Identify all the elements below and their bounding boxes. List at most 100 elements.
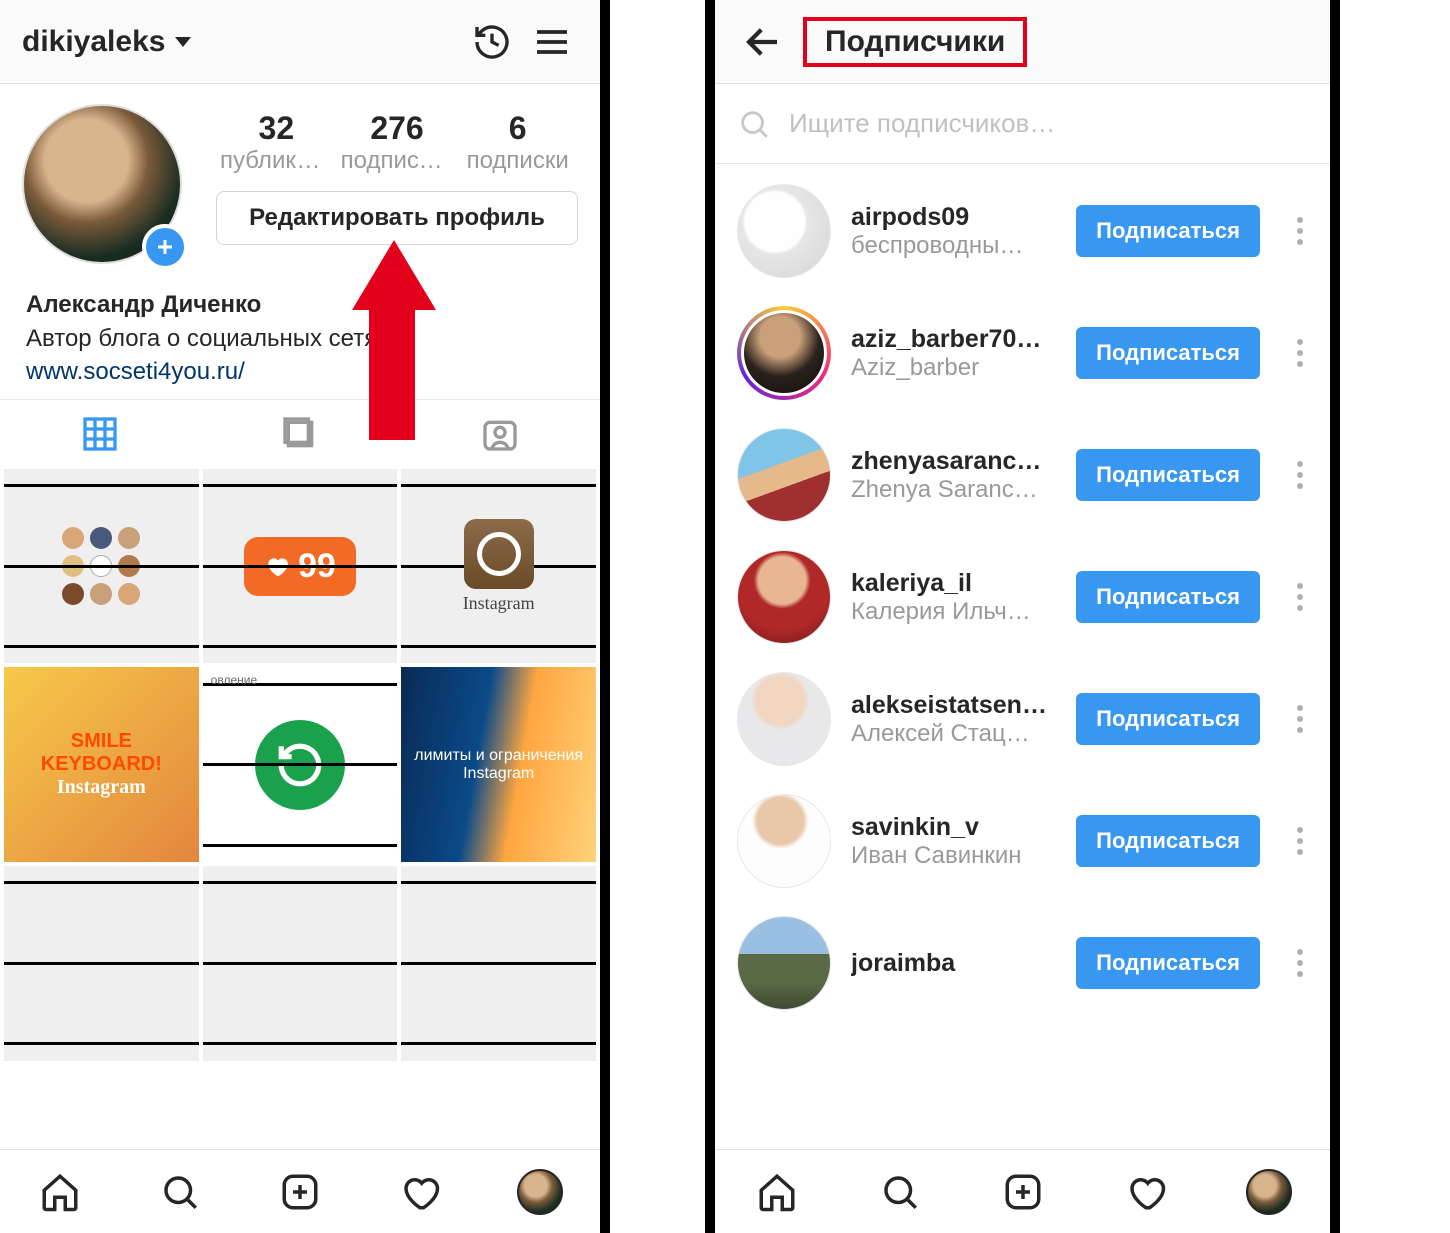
follower-fullname: Калерия Ильч… — [851, 598, 1056, 626]
post-thumb[interactable] — [4, 866, 199, 1061]
stat-followers-label: подписч… — [337, 147, 458, 175]
activity-history-icon[interactable] — [466, 16, 518, 68]
follower-avatar[interactable] — [737, 306, 831, 400]
nav-profile-icon[interactable] — [512, 1164, 568, 1220]
more-options-icon[interactable] — [1280, 205, 1320, 257]
followers-topbar: Подписчики — [715, 0, 1330, 84]
follow-button[interactable]: Подписаться — [1076, 205, 1260, 257]
follower-username: joraimba — [851, 949, 1056, 978]
bottom-nav — [0, 1149, 600, 1233]
bottom-nav — [715, 1149, 1330, 1233]
bio-tagline: Автор блога о социальных сетях — [26, 322, 574, 356]
stat-followers[interactable]: 276 подписч… — [337, 110, 458, 175]
profile-topbar: dikiyaleks — [0, 0, 600, 84]
nav-search-icon[interactable] — [872, 1164, 928, 1220]
username-label[interactable]: dikiyaleks — [22, 25, 165, 59]
stat-following-count: 6 — [457, 110, 578, 147]
follower-info: savinkin_vИван Савинкин — [851, 813, 1056, 870]
tab-grid[interactable] — [0, 400, 200, 469]
follow-button[interactable]: Подписаться — [1076, 815, 1260, 867]
post-thumb[interactable]: лимиты и ограничения Instagram — [401, 667, 596, 862]
follower-info: kaleriya_ilКалерия Ильч… — [851, 569, 1056, 626]
add-story-icon[interactable] — [142, 224, 188, 270]
follower-avatar[interactable] — [737, 184, 831, 278]
stat-posts-count: 32 — [216, 110, 337, 147]
post-thumb[interactable]: 99 — [203, 469, 398, 664]
follower-row[interactable]: kaleriya_ilКалерия Ильч… Подписаться — [715, 536, 1330, 658]
follower-fullname: Zhenya Saranc… — [851, 476, 1056, 504]
follow-button[interactable]: Подписаться — [1076, 571, 1260, 623]
post-thumb[interactable]: Instagram — [401, 469, 596, 664]
more-options-icon[interactable] — [1280, 937, 1320, 989]
follower-username: aziz_barber70… — [851, 325, 1056, 354]
search-input[interactable] — [789, 108, 1308, 139]
follower-fullname: Aziz_barber — [851, 354, 1056, 382]
nav-profile-icon[interactable] — [1241, 1164, 1297, 1220]
follow-button[interactable]: Подписаться — [1076, 449, 1260, 501]
tab-feed[interactable] — [200, 400, 400, 469]
follower-info: airpods09беспроводны… — [851, 203, 1056, 260]
stat-following-label: подписки — [457, 147, 578, 175]
menu-icon[interactable] — [526, 16, 578, 68]
display-name: Александр Диченко — [26, 288, 574, 322]
follower-info: aziz_barber70…Aziz_barber — [851, 325, 1056, 382]
back-icon[interactable] — [737, 16, 789, 68]
nav-search-icon[interactable] — [152, 1164, 208, 1220]
edit-profile-button[interactable]: Редактировать профиль — [216, 191, 578, 245]
nav-add-icon[interactable] — [995, 1164, 1051, 1220]
avatar[interactable] — [22, 104, 190, 272]
stat-posts[interactable]: 32 публика… — [216, 110, 337, 175]
follower-avatar[interactable] — [737, 794, 831, 888]
follow-button[interactable]: Подписаться — [1076, 937, 1260, 989]
follower-avatar[interactable] — [737, 428, 831, 522]
follow-button[interactable]: Подписаться — [1076, 327, 1260, 379]
like-badge: 99 — [244, 537, 356, 596]
follower-row[interactable]: airpods09беспроводны… Подписаться — [715, 170, 1330, 292]
post-thumb[interactable]: овление — [203, 667, 398, 862]
nav-add-icon[interactable] — [272, 1164, 328, 1220]
follower-row[interactable]: aziz_barber70…Aziz_barber Подписаться — [715, 292, 1330, 414]
follow-button[interactable]: Подписаться — [1076, 693, 1260, 745]
post-thumb[interactable] — [203, 866, 398, 1061]
follower-avatar[interactable] — [737, 550, 831, 644]
follower-fullname: Иван Савинкин — [851, 842, 1056, 870]
more-options-icon[interactable] — [1280, 449, 1320, 501]
follower-avatar[interactable] — [737, 672, 831, 766]
follower-info: zhenyasaranc…Zhenya Saranc… — [851, 447, 1056, 504]
nav-activity-icon[interactable] — [1118, 1164, 1174, 1220]
post-thumb[interactable] — [4, 469, 199, 664]
nav-activity-icon[interactable] — [392, 1164, 448, 1220]
post-grid[interactable]: 99 Instagram SMILE KEYBOARD! Insta — [0, 469, 600, 1149]
follower-username: airpods09 — [851, 203, 1056, 232]
follower-info: joraimba — [851, 949, 1056, 978]
stat-posts-label: публика… — [216, 147, 337, 175]
screenshot-edge — [1330, 0, 1440, 1233]
follower-info: alekseistatsen…Алексей Стац… — [851, 691, 1056, 748]
tab-tagged[interactable] — [400, 400, 600, 469]
follower-username: savinkin_v — [851, 813, 1056, 842]
more-options-icon[interactable] — [1280, 571, 1320, 623]
follower-avatar[interactable] — [737, 916, 831, 1010]
edit-profile-label: Редактировать профиль — [249, 204, 545, 232]
follower-row[interactable]: joraimba Подписаться — [715, 902, 1330, 1024]
post-thumb[interactable]: SMILE KEYBOARD! Instagram — [4, 667, 199, 862]
search-bar[interactable] — [715, 84, 1330, 164]
follower-row[interactable]: zhenyasaranc…Zhenya Saranc… Подписаться — [715, 414, 1330, 536]
follower-username: zhenyasaranc… — [851, 447, 1056, 476]
more-options-icon[interactable] — [1280, 815, 1320, 867]
page-title: Подписчики — [803, 17, 1027, 67]
nav-home-icon[interactable] — [749, 1164, 805, 1220]
follower-row[interactable]: savinkin_vИван Савинкин Подписаться — [715, 780, 1330, 902]
stat-followers-count: 276 — [337, 110, 458, 147]
nav-home-icon[interactable] — [32, 1164, 88, 1220]
more-options-icon[interactable] — [1280, 327, 1320, 379]
more-options-icon[interactable] — [1280, 693, 1320, 745]
stat-following[interactable]: 6 подписки — [457, 110, 578, 175]
follower-list[interactable]: airpods09беспроводны…Подписатьсяaziz_bar… — [715, 164, 1330, 1149]
bio-link[interactable]: www.socseti4you.ru/ — [26, 355, 574, 389]
follower-row[interactable]: alekseistatsen…Алексей Стац… Подписаться — [715, 658, 1330, 780]
profile-tabs — [0, 399, 600, 469]
chevron-down-icon[interactable] — [175, 37, 191, 47]
post-thumb[interactable] — [401, 866, 596, 1061]
bio: Александр Диченко Автор блога о социальн… — [0, 272, 600, 399]
